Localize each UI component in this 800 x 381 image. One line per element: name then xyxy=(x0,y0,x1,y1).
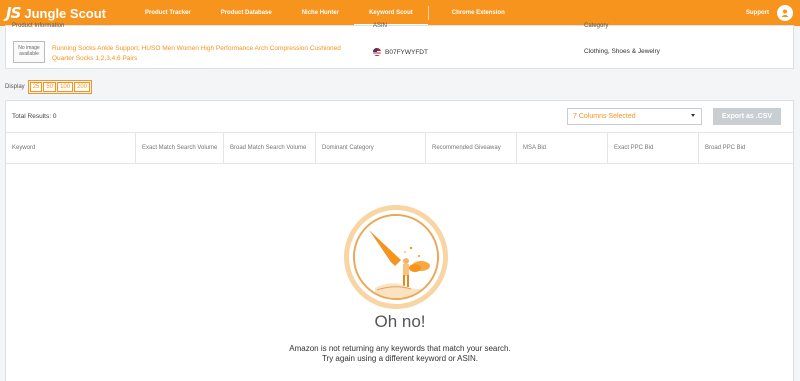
user-avatar[interactable] xyxy=(777,5,793,21)
column-header-recommended-giveaway[interactable]: Recommended Giveaway xyxy=(426,133,517,163)
empty-state-message: Amazon is not returning any keywords tha… xyxy=(0,344,800,364)
empty-state-line-1: Amazon is not returning any keywords tha… xyxy=(289,344,511,353)
display-count-selector: Display 25 50 100 200 xyxy=(5,80,93,94)
product-card: Product Information ASIN Category No ima… xyxy=(5,23,794,69)
product-asin: B07FYWYFDT xyxy=(373,48,428,56)
columns-selector[interactable]: 7 Columns Selected xyxy=(567,108,702,125)
results-table-header: Keyword Exact Match Search Volume Broad … xyxy=(6,132,793,164)
header-asin: ASIN xyxy=(373,23,388,29)
column-header-exact-match-volume[interactable]: Exact Match Search Volume xyxy=(136,133,224,163)
header-product-info: Product Information xyxy=(12,23,65,29)
empty-state-line-2: Try again using a different keyword or A… xyxy=(321,354,479,363)
us-flag-icon xyxy=(373,48,381,56)
column-header-broad-ppc-bid[interactable]: Broad PPC Bid xyxy=(699,133,793,163)
empty-state-title: Oh no! xyxy=(374,312,426,331)
empty-state-illustration xyxy=(344,205,448,309)
column-header-msa-bid[interactable]: MSA Bid xyxy=(517,133,608,163)
column-header-exact-ppc-bid[interactable]: Exact PPC Bid xyxy=(608,133,699,163)
export-csv-button[interactable]: Export as .CSV xyxy=(713,108,781,125)
jungle-scout-logo[interactable]: JS Jungle Scout xyxy=(6,4,106,22)
asin-value: B07FYWYFDT xyxy=(385,48,428,56)
display-option-50[interactable]: 50 xyxy=(43,82,57,92)
support-link[interactable]: Support xyxy=(746,0,769,26)
no-image-placeholder: No image available xyxy=(13,41,45,63)
display-label: Display xyxy=(5,84,25,90)
column-header-broad-match-volume[interactable]: Broad Match Search Volume xyxy=(224,133,316,163)
display-options: 25 50 100 200 xyxy=(27,80,93,94)
header-category: Category xyxy=(584,23,609,29)
chevron-down-icon xyxy=(691,114,695,117)
nav-divider xyxy=(427,6,429,20)
telescope-explorer-icon xyxy=(353,214,439,300)
column-header-keyword[interactable]: Keyword xyxy=(6,133,136,163)
product-card-header: Product Information ASIN Category xyxy=(6,23,793,38)
nav-item-chrome-extension[interactable]: Chrome Extension xyxy=(437,0,520,26)
logo-mark: JS xyxy=(6,4,21,22)
display-option-25[interactable]: 25 xyxy=(29,82,43,92)
product-title-link[interactable]: Running Socks Ankle Support, HUSO Men Wo… xyxy=(52,44,342,64)
column-header-dominant-category[interactable]: Dominant Category xyxy=(316,133,426,163)
display-option-100[interactable]: 100 xyxy=(57,82,74,92)
nav-items: Product Tracker Product Database Niche H… xyxy=(130,0,520,26)
no-image-text: No image available xyxy=(18,45,40,57)
top-navigation-bar: JS Jungle Scout Product Tracker Product … xyxy=(0,0,800,26)
nav-item-product-database[interactable]: Product Database xyxy=(206,0,287,26)
product-category: Clothing, Shoes & Jewelry xyxy=(584,48,660,55)
nav-item-product-tracker[interactable]: Product Tracker xyxy=(130,0,206,26)
nav-item-keyword-scout[interactable]: Keyword Scout xyxy=(354,0,428,26)
total-results: Total Results: 0 xyxy=(12,113,57,120)
columns-selected-value: 7 Columns Selected xyxy=(573,113,636,120)
user-icon xyxy=(781,9,789,17)
display-option-200[interactable]: 200 xyxy=(74,82,91,92)
nav-item-niche-hunter[interactable]: Niche Hunter xyxy=(287,0,354,26)
logo-text: Jungle Scout xyxy=(24,5,107,21)
